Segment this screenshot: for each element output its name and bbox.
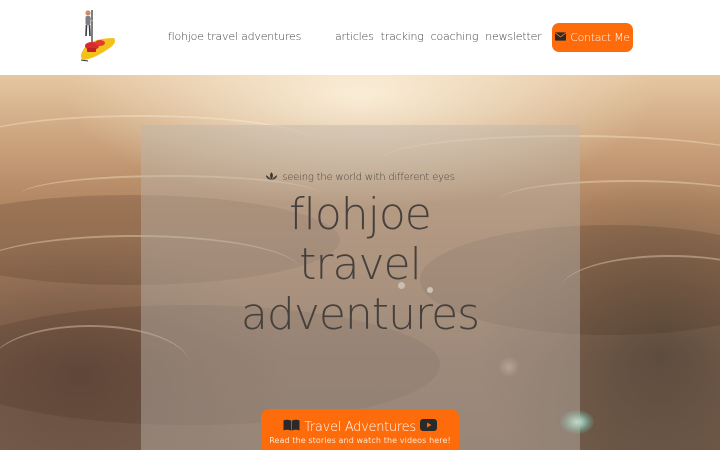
contact-label: Contact Me: [570, 31, 630, 44]
hero-title-line-1: flohjoe: [289, 189, 432, 240]
hero-title-line-3: adventures: [240, 289, 480, 340]
nav-newsletter[interactable]: newsletter: [485, 30, 541, 43]
book-icon: [283, 419, 300, 435]
nav-articles[interactable]: articles: [335, 30, 374, 43]
site-header: flohjoe travel adventures articles track…: [0, 0, 720, 75]
contact-button[interactable]: Contact Me: [552, 23, 633, 52]
site-brand[interactable]: flohjoe travel adventures: [168, 30, 301, 43]
hero-section: seeing the world with different eyes flo…: [0, 75, 720, 450]
envelope-icon: [555, 31, 567, 44]
nav-tracking[interactable]: tracking: [381, 30, 424, 43]
main-nav: articles tracking coaching newsletter: [335, 30, 542, 43]
hero-title: flohjoe travel adventures: [0, 190, 720, 340]
youtube-icon: [419, 419, 437, 435]
cta-label: Travel Adventures: [304, 419, 416, 435]
hero-title-line-2: travel: [299, 239, 422, 290]
travel-adventures-button[interactable]: Travel Adventures Read the stories and w…: [261, 409, 459, 450]
nav-coaching[interactable]: coaching: [431, 30, 479, 43]
lotus-icon: [265, 171, 278, 184]
cta-subtitle: Read the stories and watch the videos he…: [269, 436, 451, 445]
tagline-text: seeing the world with different eyes: [282, 172, 455, 183]
hero-tagline: seeing the world with different eyes: [0, 171, 720, 184]
logo[interactable]: [78, 8, 118, 65]
